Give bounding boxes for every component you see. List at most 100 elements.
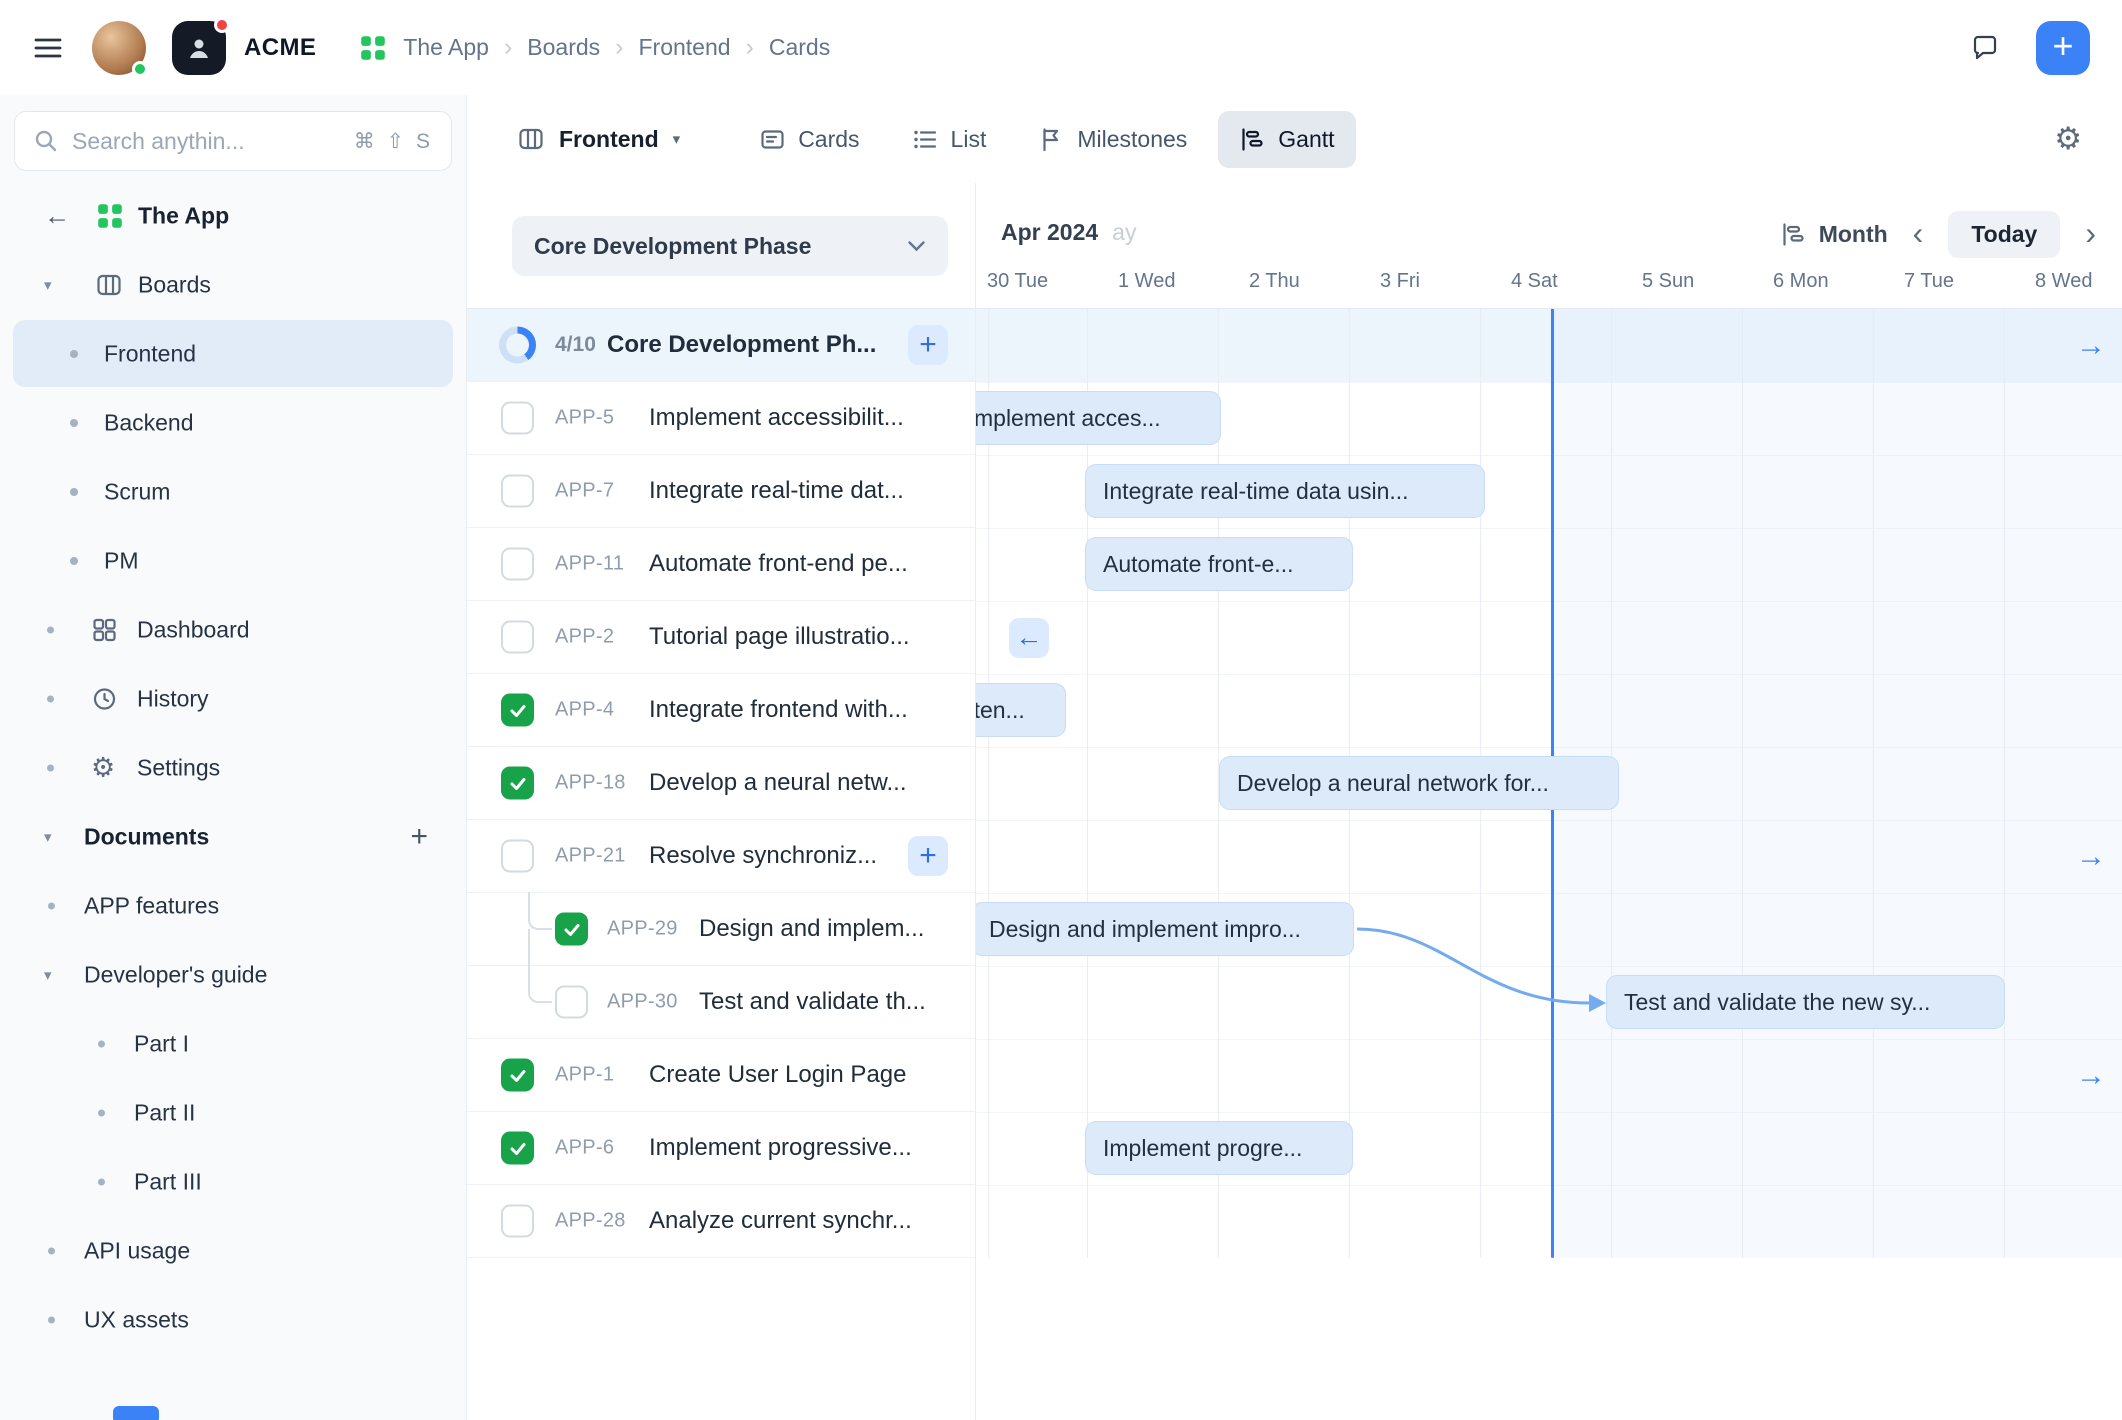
task-row-left[interactable]: APP-30Test and validate th... xyxy=(467,966,975,1039)
sidebar-item-part-i[interactable]: Part I xyxy=(0,1009,466,1078)
gantt-bar[interactable]: Automate front-e... xyxy=(1085,537,1353,591)
group-selector[interactable]: Core Development Phase xyxy=(512,216,948,276)
gantt-task-row[interactable]: APP-6Implement progressive... Implement p… xyxy=(467,1112,2122,1185)
peek-button[interactable] xyxy=(113,1406,159,1420)
gantt-task-row[interactable]: APP-7Integrate real-time dat... Integrate… xyxy=(467,455,2122,528)
user-avatar[interactable] xyxy=(92,21,146,75)
back-icon[interactable]: ← xyxy=(44,200,70,231)
comments-button[interactable] xyxy=(1970,33,2000,63)
bullet-icon xyxy=(98,1109,105,1116)
task-row-left[interactable]: APP-2Tutorial page illustratio... xyxy=(467,601,975,674)
gantt-task-row[interactable]: APP-11Automate front-end pe... Automate f… xyxy=(467,528,2122,601)
workspace-name[interactable]: ACME xyxy=(244,34,316,62)
prev-button[interactable]: ‹ xyxy=(1913,217,1924,253)
sidebar-item-history[interactable]: History xyxy=(0,664,466,733)
breadcrumb-item-boards[interactable]: Boards xyxy=(527,34,600,61)
sidebar-item-the-app[interactable]: ←The App xyxy=(0,181,466,250)
scroll-to-bar-right-icon[interactable]: → xyxy=(2076,1061,2106,1091)
task-row-left[interactable]: APP-5Implement accessibilit... xyxy=(467,382,975,455)
gantt-bar[interactable]: onten... xyxy=(975,683,1066,737)
today-button[interactable]: Today xyxy=(1948,211,2060,258)
chevron-expanded-icon[interactable]: ▾ xyxy=(44,276,52,294)
board-selector[interactable]: Frontend ▾ xyxy=(517,125,680,153)
sidebar-item-scrum[interactable]: Scrum xyxy=(0,457,466,526)
breadcrumb-item-cards[interactable]: Cards xyxy=(769,34,830,61)
task-checkbox[interactable] xyxy=(501,1059,534,1092)
gantt-bar[interactable]: Develop a neural network for... xyxy=(1219,756,1619,810)
sidebar-item-app-features[interactable]: APP features xyxy=(0,871,466,940)
task-checkbox[interactable] xyxy=(501,1205,534,1238)
gantt-task-row[interactable]: APP-4Integrate frontend with...onten... xyxy=(467,674,2122,747)
gantt-bar[interactable]: Implement progre... xyxy=(1085,1121,1353,1175)
scroll-to-bar-right-icon[interactable]: → xyxy=(2076,842,2106,872)
gantt-bar[interactable]: Test and validate the new sy... xyxy=(1606,975,2005,1029)
add-button[interactable]: + xyxy=(2036,21,2090,75)
search-box[interactable]: ⌘ ⇧ S xyxy=(14,111,452,171)
add-subtask-button[interactable]: + xyxy=(908,836,948,876)
sidebar-item-part-iii[interactable]: Part III xyxy=(0,1147,466,1216)
gantt-bar[interactable]: Integrate real-time data usin... xyxy=(1085,464,1485,518)
sidebar-item-developer-s-guide[interactable]: ▾Developer's guide xyxy=(0,940,466,1009)
gantt-task-row[interactable]: APP-1Create User Login Page → xyxy=(467,1039,2122,1112)
gantt-bar[interactable]: Design and implement impro... xyxy=(975,902,1354,956)
sidebar-item-settings[interactable]: ⚙Settings xyxy=(0,733,466,802)
task-row-left[interactable]: APP-6Implement progressive... xyxy=(467,1112,975,1185)
gantt-task-row[interactable]: APP-18Develop a neural netw... Develop a … xyxy=(467,747,2122,820)
task-row-left[interactable]: APP-28Analyze current synchr... xyxy=(467,1185,975,1258)
gantt-group-row[interactable]: 4/10Core Development Ph...+ → xyxy=(467,309,2122,382)
task-row-left[interactable]: APP-4Integrate frontend with... xyxy=(467,674,975,747)
workspace-logo[interactable] xyxy=(172,21,226,75)
task-checkbox[interactable] xyxy=(555,986,588,1019)
gantt-bar[interactable]: mplement acces... xyxy=(975,391,1221,445)
breadcrumb-root[interactable]: The App xyxy=(403,34,489,61)
sidebar-item-api-usage[interactable]: API usage xyxy=(0,1216,466,1285)
task-checkbox[interactable] xyxy=(501,694,534,727)
scale-selector[interactable]: Month xyxy=(1780,221,1888,248)
tab-cards[interactable]: Cards xyxy=(738,111,880,168)
settings-button[interactable]: ⚙ xyxy=(2054,121,2082,157)
sidebar-item-pm[interactable]: PM xyxy=(0,526,466,595)
task-checkbox[interactable] xyxy=(501,621,534,654)
task-row-left[interactable]: APP-29Design and implem... xyxy=(467,893,975,966)
gantt-task-row[interactable]: APP-29Design and implem...Design and imp… xyxy=(467,893,2122,966)
tab-gantt[interactable]: Gantt xyxy=(1218,111,1355,168)
tab-list[interactable]: List xyxy=(891,111,1008,168)
gantt-task-row[interactable]: APP-30Test and validate th... Test and va… xyxy=(467,966,2122,1039)
task-checkbox[interactable] xyxy=(501,402,534,435)
task-row-left[interactable]: APP-11Automate front-end pe... xyxy=(467,528,975,601)
task-row-left[interactable]: APP-1Create User Login Page xyxy=(467,1039,975,1112)
task-checkbox[interactable] xyxy=(555,913,588,946)
menu-button[interactable] xyxy=(32,35,64,61)
scroll-to-bar-right-icon[interactable]: → xyxy=(2076,331,2106,361)
sidebar-item-part-ii[interactable]: Part II xyxy=(0,1078,466,1147)
task-checkbox[interactable] xyxy=(501,840,534,873)
sidebar-item-frontend[interactable]: Frontend xyxy=(0,319,466,388)
gantt-task-row[interactable]: APP-28Analyze current synchr... xyxy=(467,1185,2122,1258)
search-input[interactable] xyxy=(72,128,341,155)
sidebar-item-ux-assets[interactable]: UX assets xyxy=(0,1285,466,1354)
task-checkbox[interactable] xyxy=(501,1132,534,1165)
breadcrumb-item-frontend[interactable]: Frontend xyxy=(638,34,730,61)
task-checkbox[interactable] xyxy=(501,548,534,581)
scroll-to-bar-left-icon[interactable]: ← xyxy=(1009,618,1049,658)
add-documents-button[interactable]: + xyxy=(410,822,428,852)
task-row-left[interactable]: APP-21Resolve synchroniz...+ xyxy=(467,820,975,893)
next-button[interactable]: › xyxy=(2085,217,2096,253)
sidebar-item-boards[interactable]: ▾Boards xyxy=(0,250,466,319)
task-row-left[interactable]: 4/10Core Development Ph...+ xyxy=(467,309,975,382)
sidebar-item-documents[interactable]: ▾+Documents xyxy=(0,802,466,871)
task-row-left[interactable]: APP-7Integrate real-time dat... xyxy=(467,455,975,528)
add-task-button[interactable]: + xyxy=(908,325,948,365)
chevron-expanded-icon[interactable]: ▾ xyxy=(44,966,52,984)
gantt-task-row[interactable]: APP-5Implement accessibilit...mplement a… xyxy=(467,382,2122,455)
task-checkbox[interactable] xyxy=(501,767,534,800)
gantt-task-row[interactable]: APP-21Resolve synchroniz...+ → xyxy=(467,820,2122,893)
tab-milestones[interactable]: Milestones xyxy=(1017,111,1208,168)
gantt-task-row[interactable]: APP-2Tutorial page illustratio... ← xyxy=(467,601,2122,674)
sidebar-item-backend[interactable]: Backend xyxy=(0,388,466,457)
task-row-left[interactable]: APP-18Develop a neural netw... xyxy=(467,747,975,820)
sidebar-item-dashboard[interactable]: Dashboard xyxy=(0,595,466,664)
task-checkbox[interactable] xyxy=(501,475,534,508)
chevron-expanded-icon[interactable]: ▾ xyxy=(44,828,52,846)
bullet-icon xyxy=(47,695,54,702)
